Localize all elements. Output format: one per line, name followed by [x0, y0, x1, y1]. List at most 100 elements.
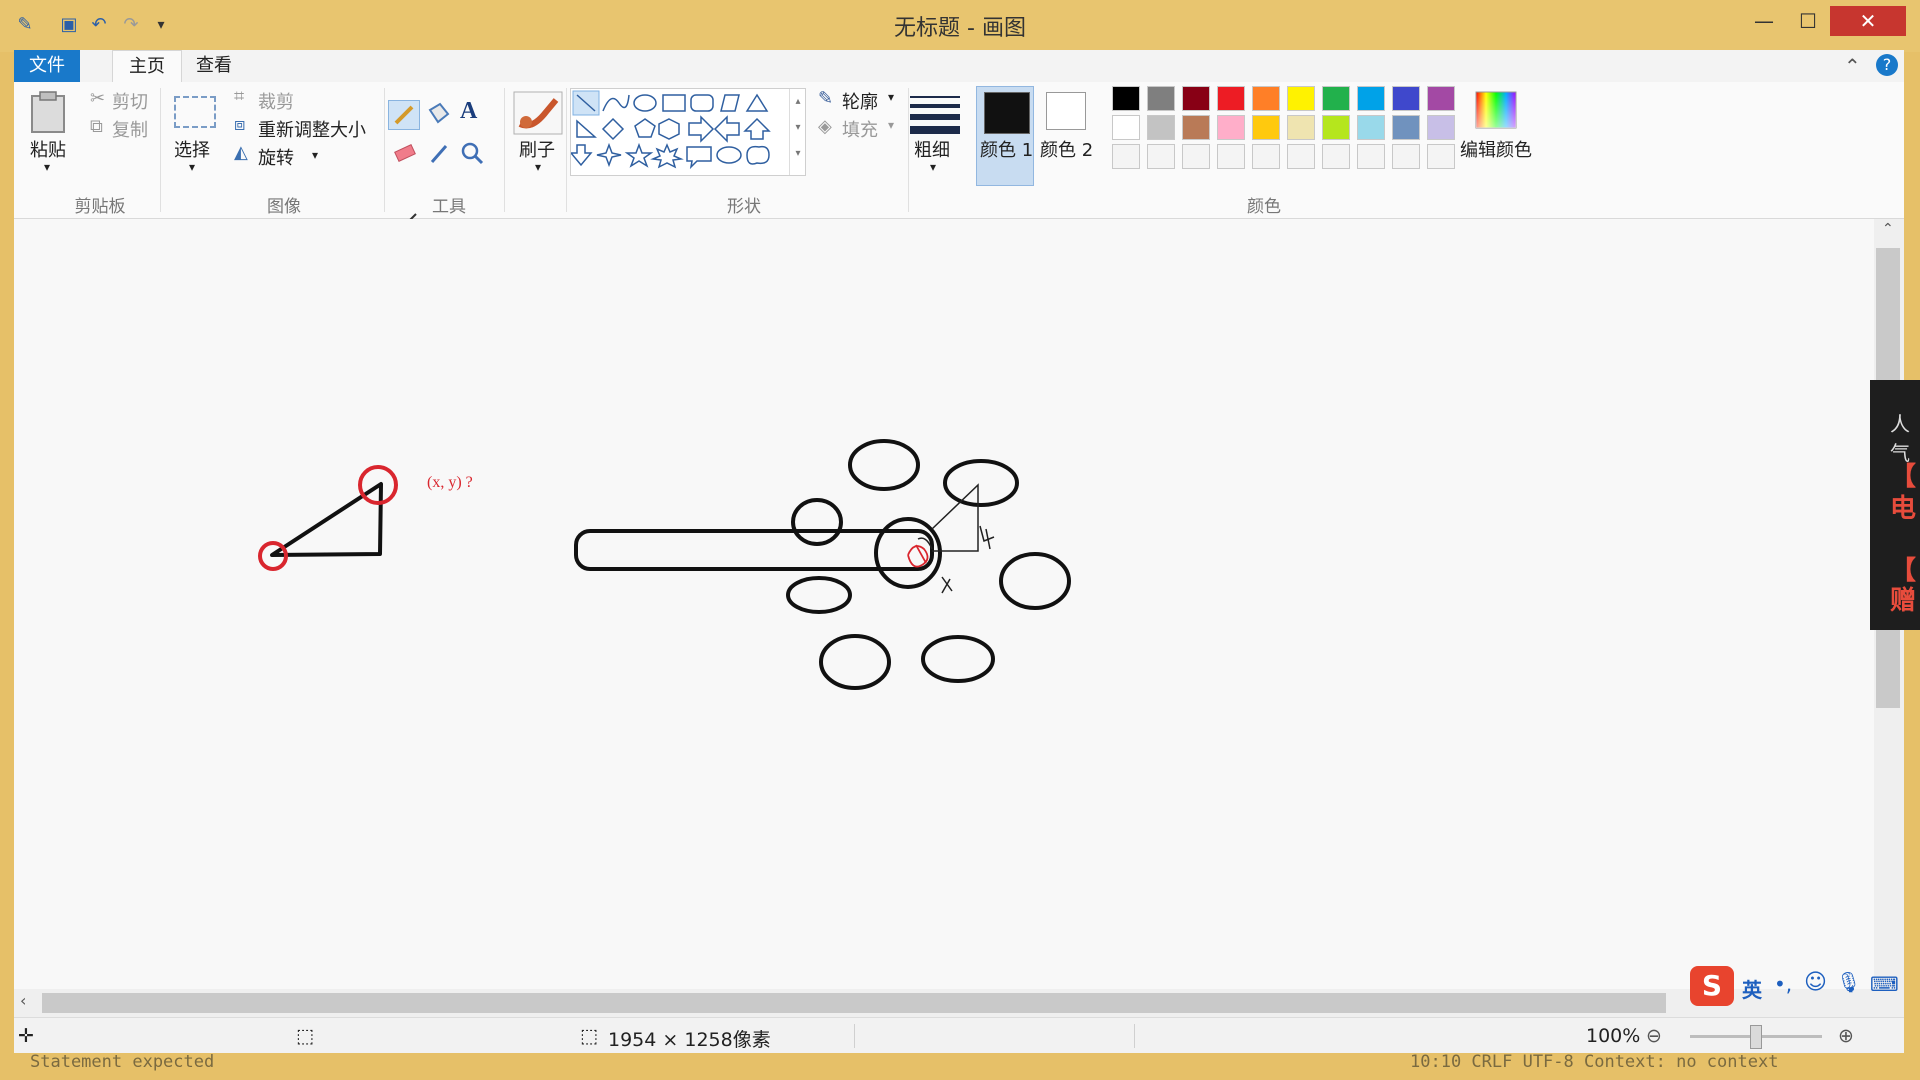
close-button[interactable]: ✕ — [1830, 6, 1906, 36]
fill-button[interactable]: 填充 — [842, 116, 878, 142]
custom-color-slot[interactable] — [1112, 144, 1140, 169]
custom-color-slot[interactable] — [1392, 144, 1420, 169]
color-picker-icon[interactable] — [424, 140, 454, 166]
select-button[interactable]: 选择 — [174, 136, 210, 162]
palette-swatch[interactable] — [1322, 115, 1350, 140]
custom-color-slot[interactable] — [1287, 144, 1315, 169]
custom-color-slot[interactable] — [1182, 144, 1210, 169]
horizontal-scroll-thumb[interactable] — [42, 993, 1666, 1013]
custom-color-slot[interactable] — [1427, 144, 1455, 169]
color1-swatch[interactable] — [984, 92, 1030, 134]
outline-icon: ✎ — [818, 88, 834, 109]
help-icon[interactable]: ? — [1876, 54, 1898, 76]
punctuation-icon[interactable]: •, — [1774, 972, 1792, 996]
crop-button[interactable]: 裁剪 — [258, 88, 294, 114]
brushes-button[interactable]: 刷子 — [519, 136, 555, 162]
sogou-logo-icon[interactable]: S — [1690, 966, 1734, 1006]
color2-label: 颜色 2 — [1040, 140, 1094, 161]
palette-swatch[interactable] — [1217, 86, 1245, 111]
paste-icon[interactable] — [28, 90, 68, 134]
select-icon[interactable] — [174, 96, 216, 128]
ellipse-8 — [921, 635, 995, 683]
outline-dropdown-icon[interactable]: ▾ — [888, 90, 894, 104]
custom-color-slot[interactable] — [1322, 144, 1350, 169]
resize-button[interactable]: 重新调整大小 — [258, 116, 366, 142]
ime-language-label[interactable]: 英 — [1742, 974, 1762, 1003]
palette-swatch[interactable] — [1112, 115, 1140, 140]
rotate-dropdown-icon[interactable]: ▾ — [312, 148, 318, 162]
ime-toolbar[interactable]: S 英 •, ☺ 🎙 ⌨ — [1690, 966, 1914, 1006]
shapes-gallery[interactable]: ▴ ▾ ▾ — [569, 88, 806, 176]
palette-swatch[interactable] — [1182, 86, 1210, 111]
ellipse-5 — [999, 552, 1071, 610]
palette-swatch[interactable] — [1182, 115, 1210, 140]
custom-color-slot[interactable] — [1147, 144, 1175, 169]
palette-swatch[interactable] — [1217, 115, 1245, 140]
collapse-ribbon-icon[interactable]: ⌃ — [1844, 54, 1861, 78]
scroll-up-icon[interactable]: ⌃ — [1882, 221, 1894, 237]
coordinate-annotation: (x, y) ? — [427, 474, 473, 491]
brush-icon[interactable] — [512, 90, 564, 136]
zoom-out-icon[interactable]: ⊖ — [1646, 1025, 1662, 1047]
keyboard-icon[interactable]: ⌨ — [1870, 972, 1899, 996]
custom-color-slot[interactable] — [1357, 144, 1385, 169]
palette-swatch[interactable] — [1392, 86, 1420, 111]
palette-swatch[interactable] — [1147, 115, 1175, 140]
scissors-icon: ✂ — [90, 88, 106, 109]
size-dropdown-icon[interactable]: ▾ — [930, 160, 936, 174]
palette-swatch[interactable] — [1112, 86, 1140, 111]
divider — [854, 1024, 855, 1048]
palette-swatch[interactable] — [1252, 86, 1280, 111]
tab-view[interactable]: 查看 — [180, 50, 248, 82]
paint-window: ✎ ▣ ↶ ↷ ▾ 无标题 - 画图 — ☐ ✕ 文件 主页 查看 ⌃ ? 粘贴… — [0, 0, 1920, 1080]
brushes-dropdown-icon[interactable]: ▾ — [535, 160, 541, 174]
custom-color-slot[interactable] — [1252, 144, 1280, 169]
zoom-slider-thumb[interactable] — [1750, 1025, 1762, 1049]
edit-colors-icon[interactable] — [1474, 90, 1518, 130]
eraser-icon[interactable] — [390, 140, 420, 166]
cursor-position-icon: ✛ — [18, 1025, 34, 1047]
paste-button[interactable]: 粘贴 — [30, 136, 66, 162]
palette-swatch[interactable] — [1252, 115, 1280, 140]
rotate-button[interactable]: 旋转 — [258, 144, 294, 170]
canvas-drawing: (x, y) ? — [258, 439, 1071, 690]
palette-swatch[interactable] — [1427, 86, 1455, 111]
palette-swatch[interactable] — [1392, 115, 1420, 140]
outline-button[interactable]: 轮廓 — [842, 88, 878, 114]
shapes-gallery-icons — [569, 90, 771, 170]
line-size-icon[interactable] — [908, 94, 962, 134]
pencil-icon[interactable] — [388, 100, 420, 130]
microphone-icon[interactable]: 🎙 — [1836, 970, 1861, 994]
paste-dropdown-icon[interactable]: ▾ — [44, 160, 50, 174]
palette-swatch[interactable] — [1322, 86, 1350, 111]
palette-swatch[interactable] — [1287, 115, 1315, 140]
drawing-canvas[interactable]: (x, y) ? — [14, 219, 1874, 989]
text-tool-icon[interactable]: A — [460, 98, 477, 125]
color2-swatch[interactable] — [1046, 92, 1086, 130]
title-bar: ✎ ▣ ↶ ↷ ▾ 无标题 - 画图 — ☐ ✕ — [0, 0, 1920, 52]
magnifier-icon[interactable] — [458, 140, 488, 166]
palette-swatch[interactable] — [1287, 86, 1315, 111]
fill-dropdown-icon[interactable]: ▾ — [888, 118, 894, 132]
zoom-in-icon[interactable]: ⊕ — [1838, 1025, 1854, 1047]
ellipse-2 — [943, 459, 1019, 507]
copy-button[interactable]: 复制 — [112, 116, 148, 142]
tab-home[interactable]: 主页 — [112, 50, 182, 82]
palette-swatch[interactable] — [1427, 115, 1455, 140]
shapes-scroll-icon[interactable]: ▴ ▾ ▾ — [789, 89, 806, 175]
minimize-button[interactable]: — — [1740, 6, 1788, 36]
tab-file[interactable]: 文件 — [14, 50, 80, 82]
edit-colors-button[interactable]: 编辑颜色 — [1460, 136, 1532, 162]
custom-color-slot[interactable] — [1217, 144, 1245, 169]
palette-swatch[interactable] — [1357, 86, 1385, 111]
cut-button[interactable]: 剪切 — [112, 88, 148, 114]
palette-swatch[interactable] — [1147, 86, 1175, 111]
emoji-icon[interactable]: ☺ — [1804, 970, 1827, 995]
palette-swatch[interactable] — [1357, 115, 1385, 140]
size-button[interactable]: 粗细 — [914, 136, 950, 162]
status-bar: ✛ ⬚ ⬚ 1954 × 1258像素 100% ⊖ ⊕ — [14, 1017, 1904, 1054]
maximize-button[interactable]: ☐ — [1784, 6, 1832, 36]
fill-bucket-icon[interactable] — [422, 100, 452, 128]
scroll-left-icon[interactable]: ‹ — [20, 991, 26, 1010]
select-dropdown-icon[interactable]: ▾ — [189, 160, 195, 174]
